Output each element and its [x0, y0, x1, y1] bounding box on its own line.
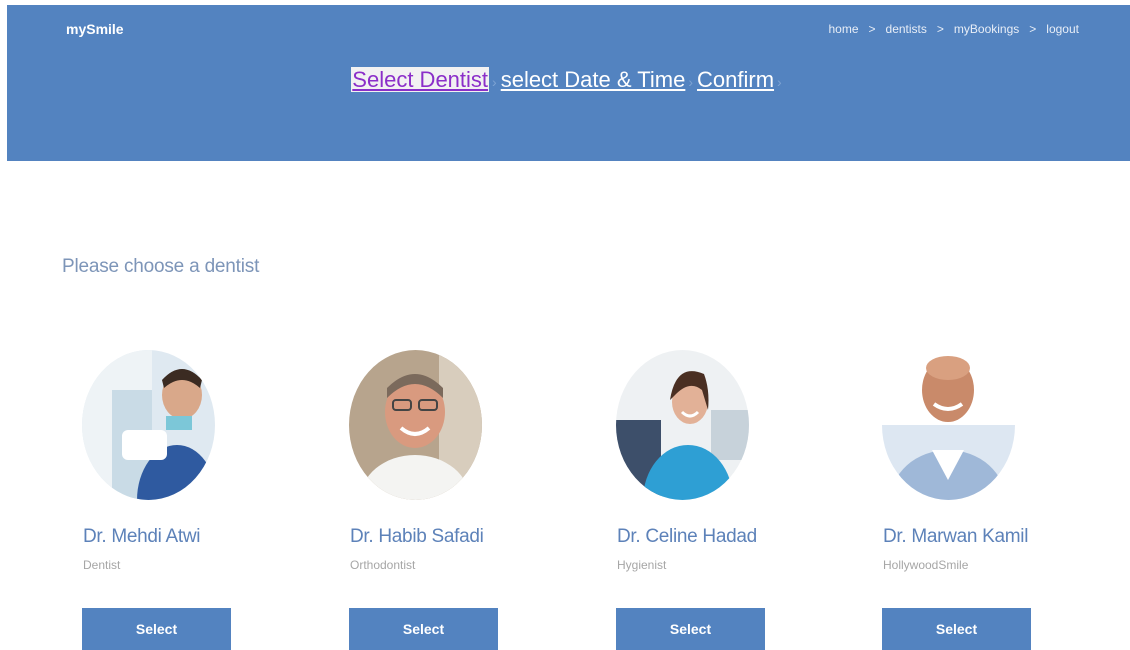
brand-logo[interactable]: mySmile — [66, 21, 124, 37]
step-select-date-time[interactable]: select Date & Time — [501, 67, 686, 92]
dentist-name: Dr. Habib Safadi — [350, 526, 484, 547]
dentist-name: Dr. Marwan Kamil — [883, 526, 1029, 547]
nav-mybookings-link[interactable]: myBookings — [954, 22, 1019, 36]
nav-separator: > — [868, 22, 876, 36]
nav-separator: > — [1029, 22, 1037, 36]
step-arrow-icon: › — [777, 74, 782, 90]
dentist-card: Dr. Marwan Kamil HollywoodSmile Select — [882, 350, 1032, 650]
dentist-card: Dr. Celine Hadad Hygienist Select — [616, 350, 766, 650]
page-prompt: Please choose a dentist — [62, 256, 260, 277]
dentist-photo — [882, 350, 1015, 500]
nav-separator: > — [936, 22, 944, 36]
select-dentist-button[interactable]: Select — [349, 608, 498, 650]
dentist-card: Dr. Habib Safadi Orthodontist Select — [349, 350, 499, 650]
step-arrow-icon: › — [492, 74, 497, 90]
nav-home-link[interactable]: home — [828, 22, 858, 36]
top-nav: home > dentists > myBookings > logout — [828, 22, 1079, 36]
dentist-card: Dr. Mehdi Atwi Dentist Select — [82, 350, 232, 650]
step-select-dentist[interactable]: Select Dentist — [351, 67, 490, 92]
dentist-role: Orthodontist — [350, 558, 416, 572]
nav-logout-link[interactable]: logout — [1046, 22, 1079, 36]
dentist-name: Dr. Mehdi Atwi — [83, 526, 201, 547]
dentist-role: Dentist — [83, 558, 121, 572]
step-arrow-icon: › — [688, 74, 694, 90]
step-confirm[interactable]: Confirm — [697, 67, 774, 92]
dentist-role: Hygienist — [617, 558, 667, 572]
select-dentist-button[interactable]: Select — [82, 608, 231, 650]
dentist-photo — [349, 350, 482, 500]
select-dentist-button[interactable]: Select — [882, 608, 1031, 650]
dentist-photo — [82, 350, 215, 500]
dentist-name: Dr. Celine Hadad — [617, 526, 757, 547]
dentist-photo — [616, 350, 749, 500]
nav-dentists-link[interactable]: dentists — [886, 22, 927, 36]
header-bar: mySmile home > dentists > myBookings > l… — [7, 5, 1130, 161]
dentist-role: HollywoodSmile — [883, 558, 969, 572]
booking-steps: Select Dentist › select Date & Time › Confir… — [7, 67, 1130, 93]
select-dentist-button[interactable]: Select — [616, 608, 765, 650]
